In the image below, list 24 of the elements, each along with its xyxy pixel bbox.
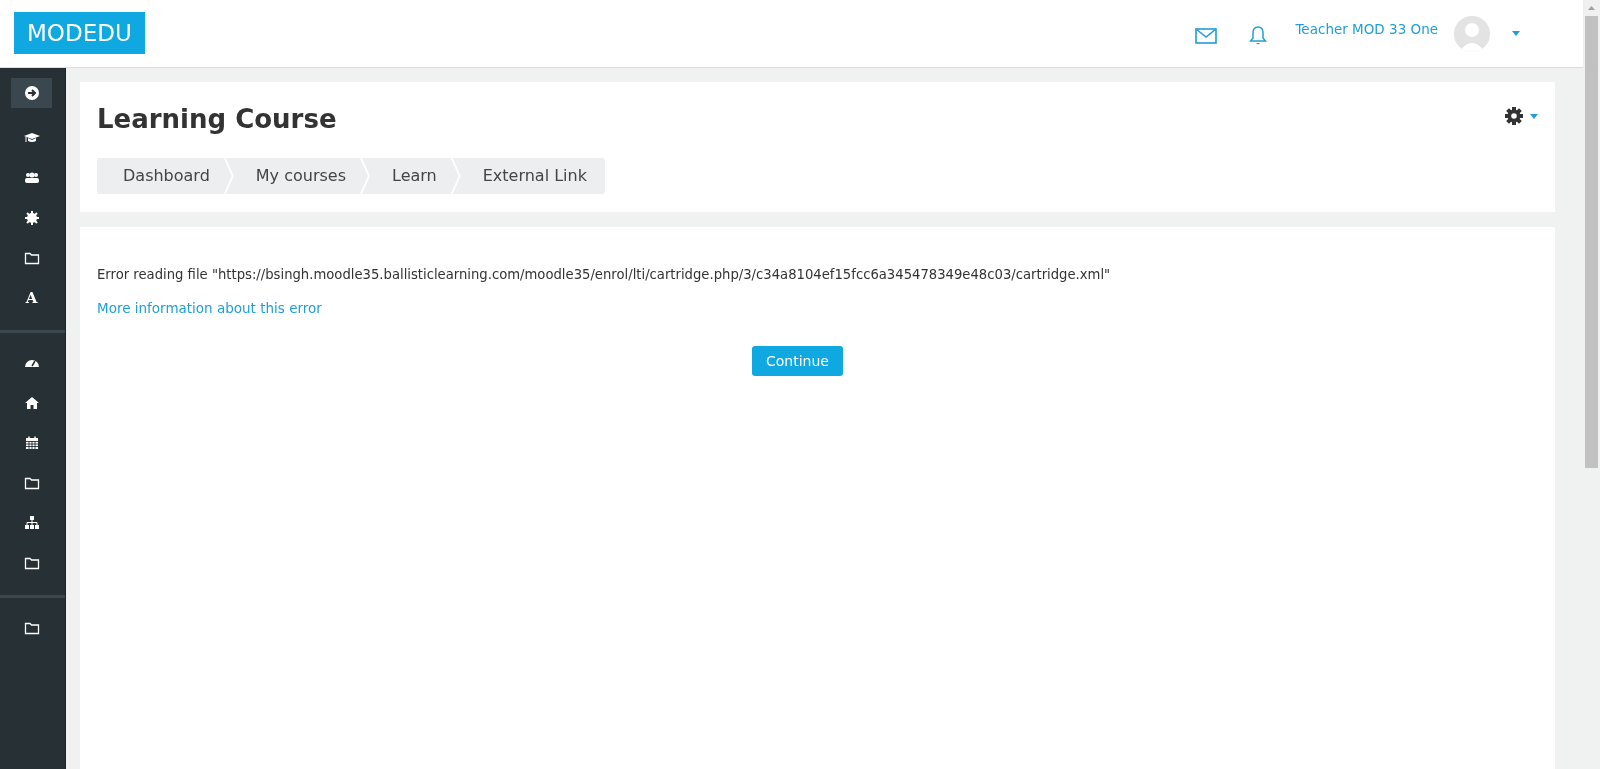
folder-icon (23, 555, 40, 571)
mail-icon[interactable] (1195, 27, 1218, 44)
folder-icon (23, 475, 40, 491)
breadcrumb-link[interactable]: External Link (452, 158, 605, 194)
breadcrumb-link[interactable]: Learn (362, 158, 459, 194)
users-icon (23, 170, 40, 186)
sidebar-item[interactable]: A (11, 278, 52, 318)
sidebar-item[interactable] (11, 78, 52, 108)
caret-icon[interactable] (1530, 113, 1538, 119)
sitemap-icon (23, 515, 40, 531)
breadcrumb-link[interactable]: My courses (225, 158, 368, 194)
settings-icon[interactable] (1504, 106, 1524, 126)
badge-icon (23, 210, 40, 226)
caret-icon[interactable] (1512, 31, 1520, 36)
page-title: Learning Course (97, 104, 337, 134)
notification-bell-icon[interactable] (1249, 25, 1268, 46)
home-icon (23, 395, 40, 411)
scrollbar-thumb[interactable] (1585, 16, 1598, 468)
calendar-icon (23, 435, 40, 451)
arrow-right-icon (23, 85, 40, 101)
breadcrumb-link[interactable]: Dashboard (97, 158, 232, 194)
folder-icon (23, 250, 40, 266)
folder-icon (23, 620, 40, 636)
error-message: Error reading file "https://bsingh.moodle35.ballisticlearning.com/moodle35/enrol/lti/cartridge.php/3/c34a8104ef15fcc6a345478349e48c03/cartridge.xml" (97, 267, 1112, 282)
